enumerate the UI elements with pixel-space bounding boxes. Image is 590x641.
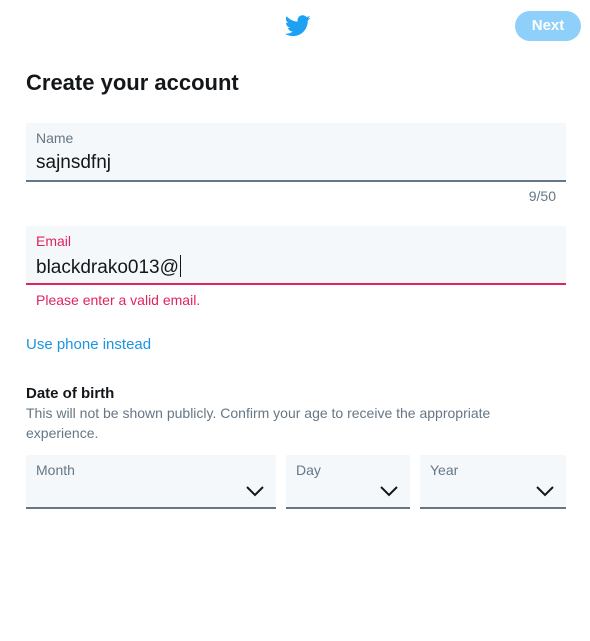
email-error-message: Please enter a valid email. [36,292,201,308]
month-select-label: Month [36,462,75,478]
year-select-label: Year [430,462,459,478]
name-field-value[interactable]: sajnsdfnj [36,152,111,174]
top-bar: Next [0,0,590,54]
next-button[interactable]: Next [515,11,581,41]
day-select[interactable]: Day [286,455,410,509]
email-field[interactable]: Email blackdrako013@ [26,226,566,285]
use-phone-link[interactable]: Use phone instead [26,336,151,353]
month-select[interactable]: Month [26,455,276,509]
text-caret [179,255,181,277]
dob-title: Date of birth [26,385,115,402]
name-field[interactable]: Name sajnsdfnj [26,123,566,182]
chevron-down-icon [536,486,554,497]
twitter-bird-icon [285,15,311,37]
chevron-down-icon [380,486,398,497]
page-title: Create your account [26,70,239,95]
year-select[interactable]: Year [420,455,566,509]
chevron-down-icon [246,486,264,497]
email-field-label: Email [36,233,72,249]
email-field-text: blackdrako013@ [36,257,179,278]
name-field-label: Name [36,130,74,146]
dob-description: This will not be shown publicly. Confirm… [26,405,491,441]
name-char-counter: 9/50 [528,188,556,204]
email-field-value[interactable]: blackdrako013@ [36,255,181,279]
day-select-label: Day [296,462,321,478]
